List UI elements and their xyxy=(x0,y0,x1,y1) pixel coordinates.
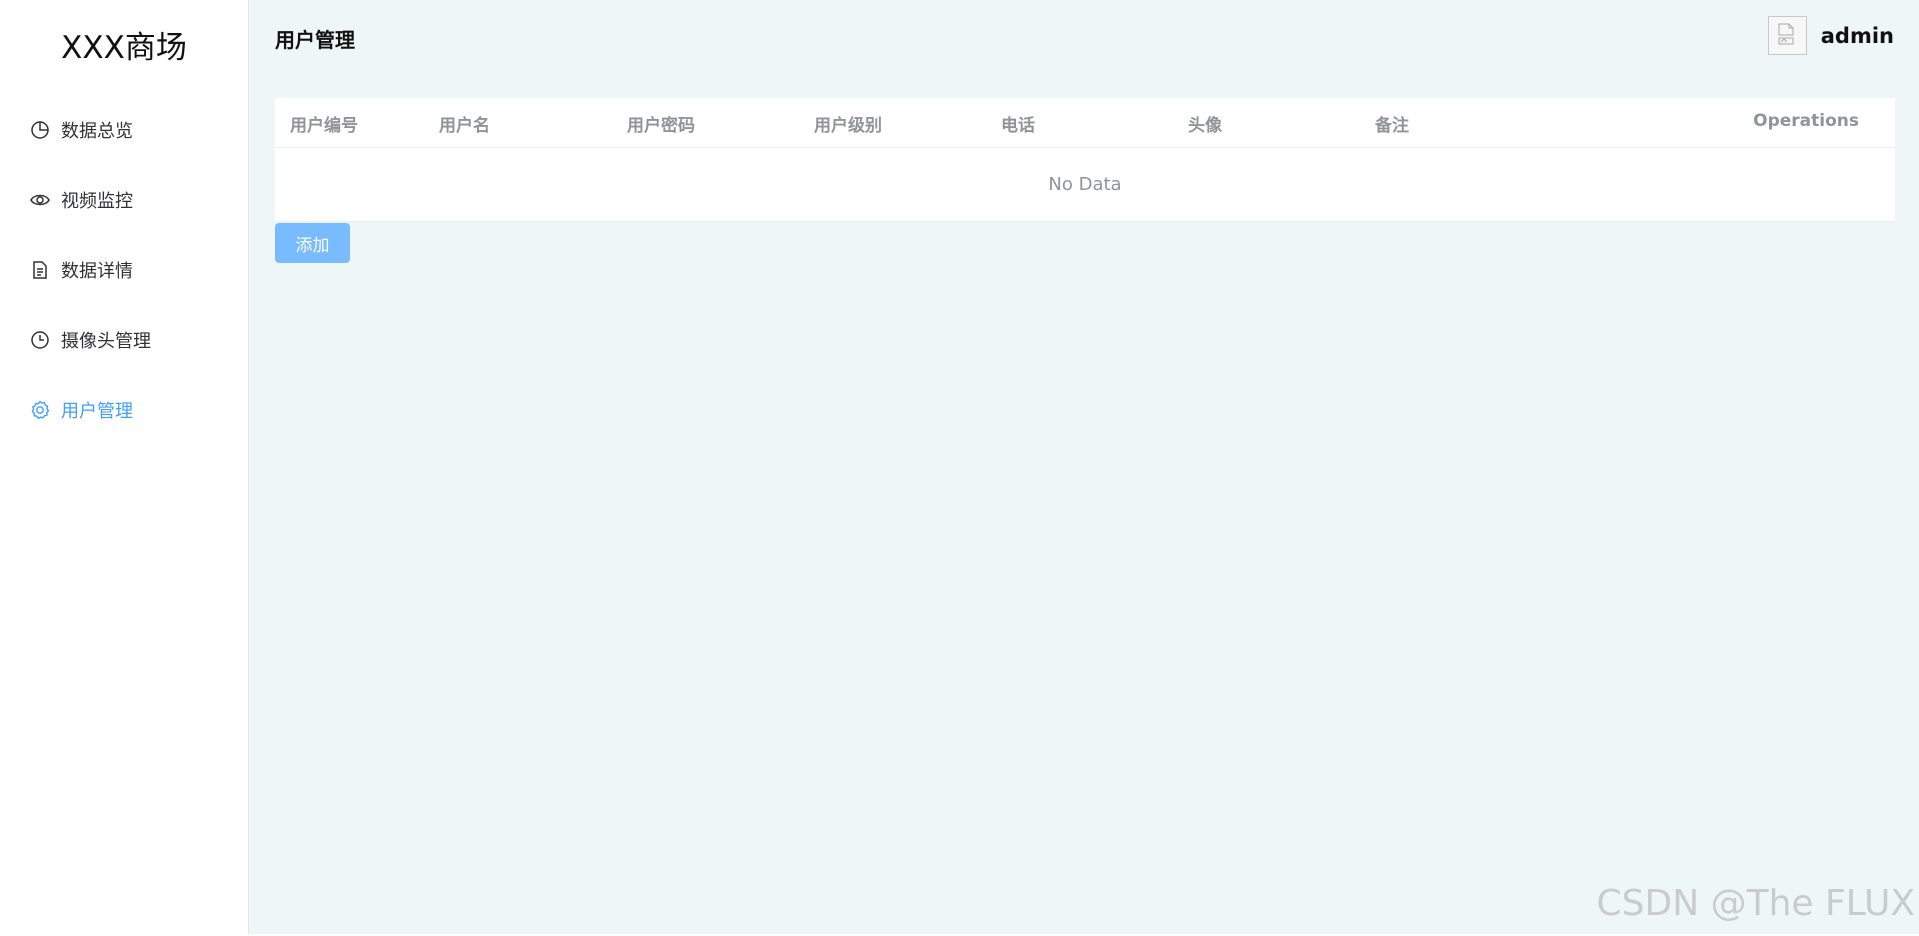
username: admin xyxy=(1820,23,1894,48)
app-logo: XXX商场 xyxy=(61,30,187,66)
sidebar-item-cameras[interactable]: 摄像头管理 xyxy=(0,305,248,375)
gear-icon xyxy=(30,400,50,420)
avatar[interactable] xyxy=(1767,16,1807,55)
sidebar-item-overview[interactable]: 数据总览 xyxy=(0,95,248,165)
column-header-username[interactable]: 用户名 xyxy=(439,111,490,136)
table-empty-text: No Data xyxy=(275,148,1895,222)
sidebar-item-users[interactable]: 用户管理 xyxy=(0,375,248,445)
pie-chart-icon xyxy=(30,120,50,140)
sidebar-item-label: 数据总览 xyxy=(61,121,133,142)
add-button[interactable]: 添加 xyxy=(275,223,350,263)
column-header-remark[interactable]: 备注 xyxy=(1375,111,1409,136)
main-content: 用户管理 admin 用户编号 用户名 用户密码 用户级别 电话 头像 备注 O… xyxy=(249,0,1919,934)
column-header-level[interactable]: 用户级别 xyxy=(814,111,882,136)
clock-icon xyxy=(30,330,50,350)
sidebar-item-label: 摄像头管理 xyxy=(61,331,151,352)
watermark: CSDN @The FLUX xyxy=(1596,883,1915,924)
column-header-phone[interactable]: 电话 xyxy=(1001,111,1035,136)
sidebar-item-video[interactable]: 视频监控 xyxy=(0,165,248,235)
user-menu[interactable]: admin xyxy=(1767,16,1894,55)
column-header-user-id[interactable]: 用户编号 xyxy=(290,111,358,136)
column-header-avatar[interactable]: 头像 xyxy=(1188,111,1222,136)
app-window: XXX商场 数据总览 视频监控 数据详情 摄像头管理 用户管理 用户管理 adm… xyxy=(0,0,1919,936)
user-table: 用户编号 用户名 用户密码 用户级别 电话 头像 备注 Operations N… xyxy=(275,98,1895,222)
broken-image-icon xyxy=(1778,23,1794,45)
sidebar: XXX商场 数据总览 视频监控 数据详情 摄像头管理 用户管理 xyxy=(0,0,249,934)
sidebar-item-label: 数据详情 xyxy=(61,261,133,282)
page-title: 用户管理 xyxy=(275,28,355,52)
sidebar-menu: 数据总览 视频监控 数据详情 摄像头管理 用户管理 xyxy=(0,95,248,445)
document-icon xyxy=(30,260,50,280)
table-header: 用户编号 用户名 用户密码 用户级别 电话 头像 备注 Operations xyxy=(275,98,1895,148)
column-header-password[interactable]: 用户密码 xyxy=(627,111,695,136)
sidebar-item-label: 视频监控 xyxy=(61,191,133,212)
sidebar-item-label: 用户管理 xyxy=(61,401,133,422)
column-header-operations[interactable]: Operations xyxy=(1753,111,1859,131)
sidebar-item-details[interactable]: 数据详情 xyxy=(0,235,248,305)
eye-icon xyxy=(30,190,50,210)
